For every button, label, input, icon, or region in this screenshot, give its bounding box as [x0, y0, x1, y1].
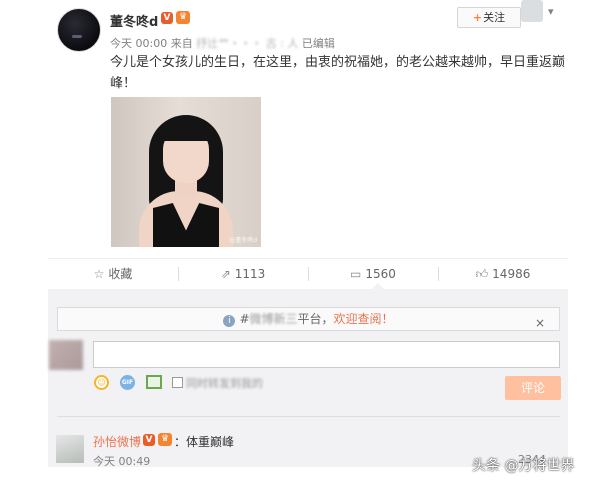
post-text: 今儿是个女孩儿的生日，在这里，由衷的祝福她，的老公越来越帅，早日重返巅峰！: [110, 55, 566, 91]
notice-middle: 平台，: [297, 312, 334, 326]
star-icon: ☆: [93, 267, 105, 281]
close-icon[interactable]: ×: [535, 312, 545, 334]
current-user-avatar: [49, 340, 83, 370]
repost-option-label: 同时转发到我的: [186, 377, 263, 390]
repost-count: 1113: [234, 267, 266, 281]
submit-comment-button[interactable]: 评论: [505, 376, 561, 400]
overlapping-avatar: [521, 0, 543, 22]
comment-time: 今天 00:49: [93, 455, 151, 468]
action-bar: ☆ 收藏 ⇗ 1113 ▭ 1560 👍︎ 14986: [48, 258, 568, 288]
notice-banner: i #微博新三平台，欢迎查阅！ ×: [57, 307, 560, 331]
info-icon: i: [223, 315, 236, 327]
verified-badge-icon: V: [143, 434, 155, 446]
verified-badge-icon: V: [161, 12, 173, 24]
photo-watermark: @董冬咚d: [229, 237, 257, 244]
comment-separator: ：: [174, 435, 187, 449]
author-name[interactable]: 董冬咚d: [110, 11, 158, 30]
image-icon[interactable]: [146, 375, 162, 389]
repost-icon: ⇗: [220, 267, 231, 281]
favorite-label: 收藏: [108, 267, 133, 281]
notice-link[interactable]: 欢迎查阅！: [334, 312, 394, 326]
post-time[interactable]: 今天 00:00: [110, 37, 167, 50]
comment-count: 1560: [365, 267, 396, 281]
plus-icon: +: [472, 11, 483, 24]
favorite-button[interactable]: ☆ 收藏: [48, 259, 178, 289]
like-count: 14986: [492, 267, 531, 281]
comment-input[interactable]: [93, 341, 560, 368]
member-crown-icon: ♛: [176, 11, 190, 24]
notice-redacted: 微博新三: [249, 312, 298, 326]
member-crown-icon: ♛: [158, 433, 172, 446]
post-meta: 今天 00:00 来自 抒辻艹・・・ 古 : 人 已编辑: [110, 35, 335, 51]
emoji-icon[interactable]: ☺: [94, 375, 109, 390]
avatar[interactable]: [56, 435, 84, 463]
commenter-name[interactable]: 孙怡微博: [93, 433, 141, 450]
edited-label: 已编辑: [301, 37, 335, 50]
author-avatar[interactable]: [57, 8, 101, 52]
comment-icon: ▭: [350, 267, 362, 281]
post-source-prefix: 来自: [170, 37, 193, 50]
repost-button[interactable]: ⇗ 1113: [178, 259, 308, 289]
gif-icon[interactable]: GIF: [120, 375, 135, 390]
repost-checkbox[interactable]: [172, 377, 183, 388]
thumbs-up-icon: 👍︎: [475, 267, 489, 281]
post-source-redacted: 抒辻艹・・・ 古 : 人: [196, 37, 299, 50]
post-photo[interactable]: @董冬咚d: [111, 97, 261, 247]
notice-prefix: #: [239, 312, 250, 326]
follow-label: 关注: [483, 11, 506, 24]
chevron-down-icon[interactable]: ▾: [548, 5, 554, 18]
divider: [57, 416, 560, 417]
comment-text: ：体重巅峰: [174, 433, 234, 450]
follow-button[interactable]: +关注: [457, 7, 521, 28]
comment-panel: i #微博新三平台，欢迎查阅！ × ☺ GIF 同时转发到我的 评论 孙怡微博 V…: [48, 289, 568, 468]
comment-body: 体重巅峰: [186, 435, 235, 449]
like-button[interactable]: 👍︎ 14986: [438, 259, 568, 289]
source-watermark: 头条 @方将世界: [472, 458, 575, 474]
